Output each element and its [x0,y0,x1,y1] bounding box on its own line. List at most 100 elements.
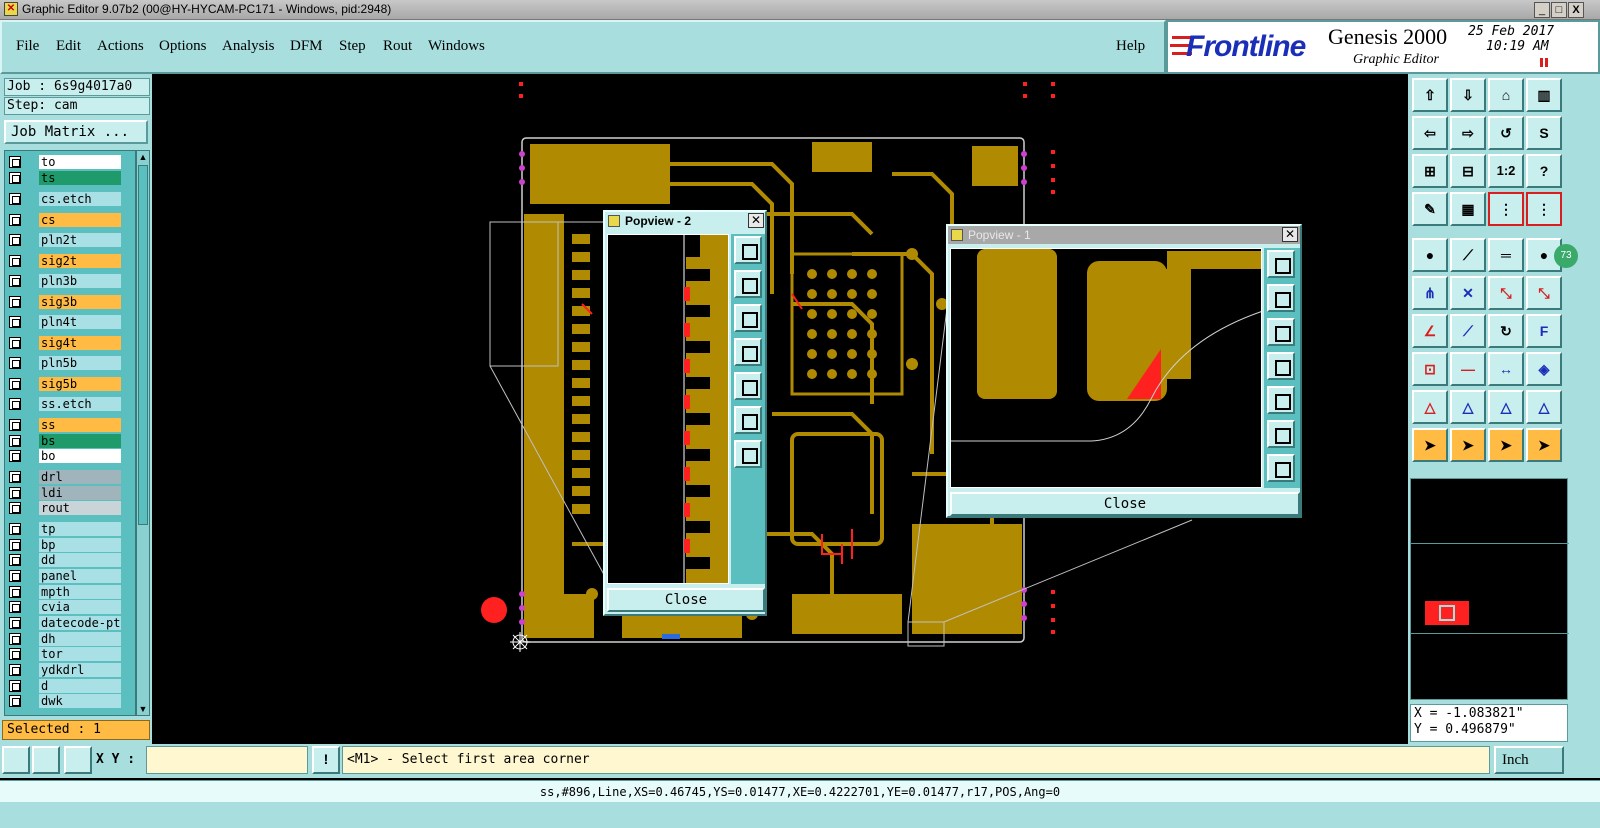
mirror-icon[interactable]: F [1526,314,1562,348]
popview-2-close-icon[interactable]: ✕ [748,213,764,228]
layer-row[interactable]: dwk [5,694,135,708]
layer-name[interactable]: dwk [39,694,121,708]
ratio-icon[interactable]: 1:2 [1488,154,1524,188]
layer-row[interactable]: ss.etch [5,397,135,411]
measure-icon[interactable]: ✎ [1412,192,1448,226]
layer-row[interactable]: cs [5,213,135,227]
scroll-up-icon[interactable]: ▲ [138,151,148,163]
layer-name[interactable]: bs [39,434,121,448]
layer-row[interactable]: dh [5,632,135,646]
layer-name[interactable]: ss.etch [39,397,121,411]
layer-checkbox[interactable] [9,523,21,535]
layer-row[interactable]: bs [5,434,135,448]
select-poly-icon[interactable]: ➤ [1526,428,1562,462]
layer-name[interactable]: bo [39,449,121,463]
layer-checkbox[interactable] [9,586,21,598]
popview-1-close-button[interactable]: Close [950,492,1300,516]
pv2-pan-right-icon[interactable] [734,372,762,400]
pan-left-icon[interactable]: ⇦ [1412,116,1448,150]
layer-name[interactable]: mpth [39,585,121,599]
menu-actions[interactable]: Actions [97,38,144,55]
select-box-icon[interactable]: ➤ [1450,428,1486,462]
menu-edit[interactable]: Edit [56,38,81,55]
popview-1-view[interactable] [950,248,1262,488]
alert-icon[interactable]: ! [312,746,340,774]
layer-row[interactable]: cs.etch [5,192,135,206]
line-red-icon[interactable]: — [1450,352,1486,386]
pv1-pan-up-icon[interactable] [1267,284,1295,312]
grid-icon[interactable]: ▦ [1450,192,1486,226]
draw-line-icon[interactable]: ⟋ [1450,238,1486,272]
dimension-icon[interactable]: ⊡ [1412,352,1448,386]
zoom-in-icon[interactable]: ⊞ [1412,154,1448,188]
pv1-pan-down-icon[interactable] [1267,318,1295,346]
layer-row[interactable]: drl [5,470,135,484]
layer-checkbox[interactable] [9,156,21,168]
layer-name[interactable]: rout [39,501,121,515]
layer-row[interactable]: pln3b [5,274,135,288]
layer-row[interactable]: ss [5,418,135,432]
measure-mode-icon[interactable] [32,746,60,774]
layer-checkbox[interactable] [9,316,21,328]
layer-checkbox[interactable] [9,539,21,551]
stretch-icon[interactable]: ↔ [1488,352,1524,386]
menu-analysis[interactable]: Analysis [222,38,275,55]
layer-row[interactable]: bp [5,538,135,552]
pv2-pan-up-icon[interactable] [734,270,762,298]
layer-name[interactable]: sig3b [39,295,121,309]
layer-checkbox[interactable] [9,601,21,613]
layer-name[interactable]: cs.etch [39,192,121,206]
layer-name[interactable]: sig2t [39,254,121,268]
layer-name[interactable]: sig4t [39,336,121,350]
window-split-icon[interactable]: ▥ [1526,78,1562,112]
layer-name[interactable]: pln2t [39,233,121,247]
layer-row[interactable]: ldi [5,486,135,500]
move-icon[interactable]: ⤡ [1488,276,1524,310]
layer-row[interactable]: cvia [5,600,135,614]
layer-checkbox[interactable] [9,234,21,246]
layer-checkbox[interactable] [9,378,21,390]
scroll-thumb[interactable] [138,165,148,525]
layer-checkbox[interactable] [9,435,21,447]
layer-name[interactable]: d [39,679,121,693]
layer-name[interactable]: tp [39,522,121,536]
layer-name[interactable]: dd [39,553,121,567]
layer-list-scrollbar[interactable]: ▲ ▼ [136,150,150,716]
triangle-3-icon[interactable]: △ [1488,390,1524,424]
menu-options[interactable]: Options [159,38,207,55]
layer-select-icon[interactable]: ⋮ [1526,192,1562,226]
layer-checkbox[interactable] [9,193,21,205]
pv1-zoom-fit-icon[interactable] [1267,250,1295,278]
pv1-zoom-in-icon[interactable] [1267,420,1295,448]
triangle-4-icon[interactable]: △ [1526,390,1562,424]
layer-checkbox[interactable] [9,570,21,582]
help-icon[interactable]: ? [1526,154,1562,188]
layer-row[interactable]: d [5,679,135,693]
minimize-button[interactable]: _ [1534,2,1550,18]
xy-input[interactable] [146,746,308,774]
layer-name[interactable]: drl [39,470,121,484]
overview-viewport[interactable] [1439,605,1455,621]
layer-row[interactable]: rout [5,501,135,515]
menu-step[interactable]: Step [339,38,366,55]
layer-checkbox[interactable] [9,450,21,462]
layer-row[interactable]: datecode-pte [5,616,135,630]
layer-name[interactable]: panel [39,569,121,583]
home-icon[interactable]: ⇧ [1412,78,1448,112]
layer-name[interactable]: ss [39,418,121,432]
select-circle-icon[interactable]: ➤ [1488,428,1524,462]
overview-map[interactable] [1410,478,1569,700]
ruler-icon[interactable]: ═ [1488,238,1524,272]
layer-checkbox[interactable] [9,487,21,499]
grid-mode-icon[interactable] [64,746,92,774]
layer-name[interactable]: ldi [39,486,121,500]
layer-checkbox[interactable] [9,296,21,308]
layer-row[interactable]: sig2t [5,254,135,268]
layer-name[interactable]: dh [39,632,121,646]
popview-2-close-button[interactable]: Close [607,588,765,612]
layer-checkbox[interactable] [9,471,21,483]
add-pad-icon[interactable]: ● [1412,238,1448,272]
layer-checkbox[interactable] [9,648,21,660]
layer-name[interactable]: tor [39,647,121,661]
layer-name[interactable]: bp [39,538,121,552]
